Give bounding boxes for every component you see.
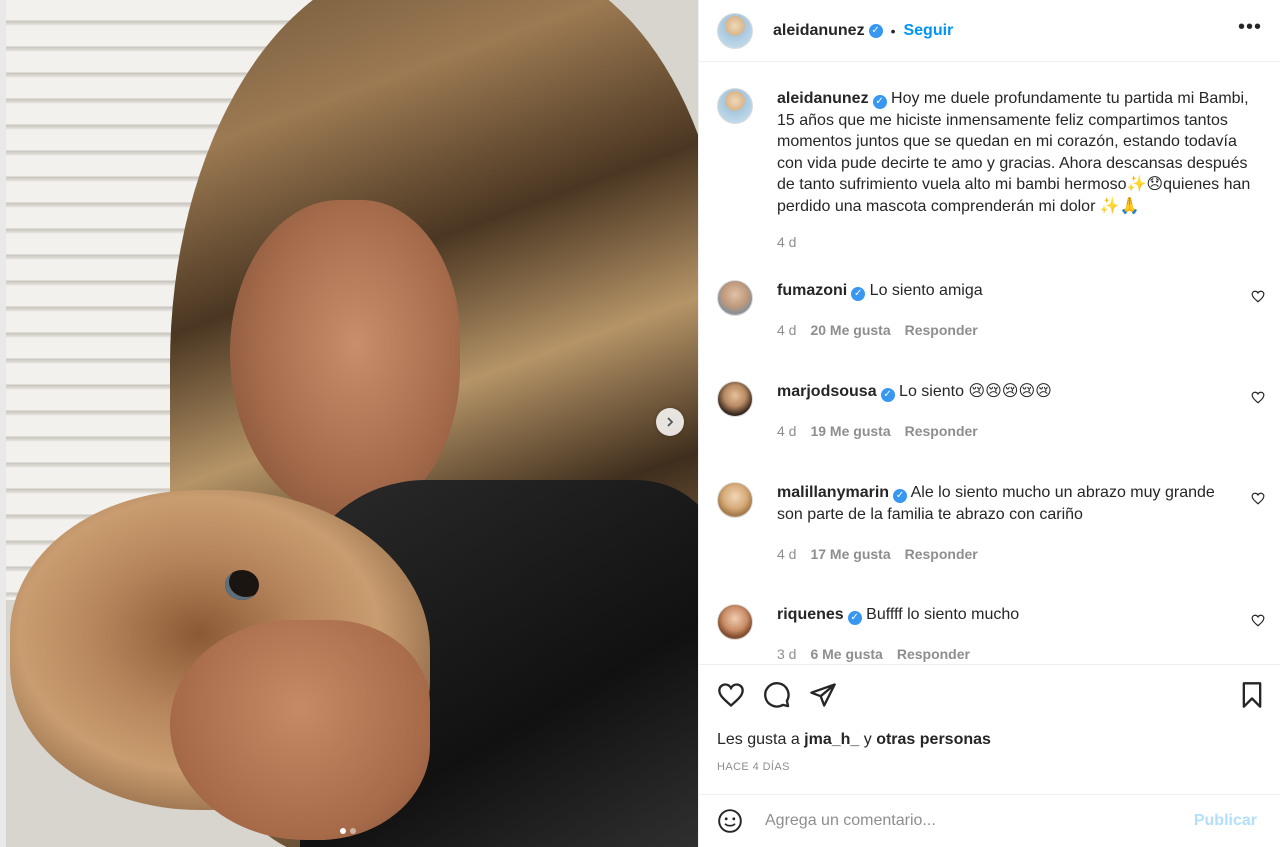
comment-time[interactable]: 4 d <box>777 322 796 338</box>
commenter-avatar[interactable] <box>717 482 753 518</box>
comment-icon[interactable] <box>763 681 791 714</box>
carousel-dot-active <box>340 828 346 834</box>
comment-text: Lo siento 😢😢😢😢😢 <box>899 383 1052 400</box>
verified-badge-icon: ✓ <box>851 287 866 301</box>
heart-icon[interactable] <box>1251 391 1265 407</box>
verified-badge-icon: ✓ <box>868 23 883 38</box>
caption-text: Hoy me duele profundamente tu partida mi… <box>777 90 1251 215</box>
author-avatar[interactable] <box>717 88 753 124</box>
reply-button[interactable]: Responder <box>905 423 978 439</box>
post-header: aleidanunez ✓ • Seguir ••• <box>699 0 1280 62</box>
comment-time[interactable]: 4 d <box>777 423 796 439</box>
verified-badge-icon: ✓ <box>872 95 887 109</box>
comment-username[interactable]: marjodsousa <box>777 383 877 400</box>
share-icon[interactable] <box>809 681 837 714</box>
comment-input[interactable] <box>763 811 1194 831</box>
verified-badge-icon: ✓ <box>893 489 908 503</box>
post-sidebar: aleidanunez ✓ • Seguir ••• aleidanunez ✓ … <box>698 0 1280 847</box>
add-comment-bar: Publicar <box>699 794 1280 847</box>
bookmark-icon[interactable] <box>1239 681 1265 714</box>
comment-username[interactable]: malillanymarin <box>777 484 889 501</box>
commenter-avatar[interactable] <box>717 604 753 640</box>
comment-text: Buffff lo siento mucho <box>866 606 1020 623</box>
emoji-icon[interactable] <box>717 808 745 834</box>
heart-icon[interactable] <box>1251 614 1265 630</box>
comment-likes[interactable]: 19 Me gusta <box>810 423 890 439</box>
carousel-dot <box>350 828 356 834</box>
post-dialog: aleidanunez ✓ • Seguir ••• aleidanunez ✓ … <box>0 0 1280 847</box>
verified-badge-icon: ✓ <box>880 388 895 402</box>
publish-button[interactable]: Publicar <box>1194 812 1257 830</box>
post-actions: Les gusta a jma_h_ y otras personas HACE… <box>699 664 1280 795</box>
commenter-avatar[interactable] <box>717 280 753 316</box>
chevron-right-icon <box>667 417 674 427</box>
caption-time[interactable]: 4 d <box>777 234 796 250</box>
post-date[interactable]: HACE 4 DÍAS <box>717 761 790 773</box>
comment-time[interactable]: 4 d <box>777 546 796 562</box>
comment-likes[interactable]: 6 Me gusta <box>810 646 882 662</box>
comment-likes[interactable]: 20 Me gusta <box>810 322 890 338</box>
caption-username[interactable]: aleidanunez <box>777 90 869 107</box>
more-options-icon[interactable]: ••• <box>1238 16 1262 39</box>
heart-icon[interactable] <box>1251 492 1265 508</box>
likes-others-link[interactable]: otras personas <box>876 731 991 748</box>
comment-likes[interactable]: 17 Me gusta <box>810 546 890 562</box>
follow-button[interactable]: Seguir <box>903 22 953 40</box>
liker-username[interactable]: jma_h_ <box>804 731 859 748</box>
reply-button[interactable]: Responder <box>897 646 970 662</box>
carousel-next-button[interactable] <box>656 408 684 436</box>
commenter-avatar[interactable] <box>717 381 753 417</box>
comment-username[interactable]: riquenes <box>777 606 844 623</box>
comment-text: Lo siento amiga <box>869 282 983 299</box>
author-username[interactable]: aleidanunez <box>773 22 865 40</box>
like-heart-icon[interactable] <box>717 682 745 713</box>
likes-summary: Les gusta a jma_h_ y otras personas <box>717 731 991 748</box>
comments-list[interactable]: aleidanunez ✓ Hoy me duele profundamente … <box>699 62 1280 664</box>
reply-button[interactable]: Responder <box>905 546 978 562</box>
author-avatar[interactable] <box>717 12 753 49</box>
comment-username[interactable]: fumazoni <box>777 282 847 299</box>
post-photo[interactable] <box>0 0 698 847</box>
carousel-dots <box>340 828 356 834</box>
verified-badge-icon: ✓ <box>847 611 862 625</box>
reply-button[interactable]: Responder <box>905 322 978 338</box>
heart-icon[interactable] <box>1251 290 1265 306</box>
comment-time[interactable]: 3 d <box>777 646 796 662</box>
